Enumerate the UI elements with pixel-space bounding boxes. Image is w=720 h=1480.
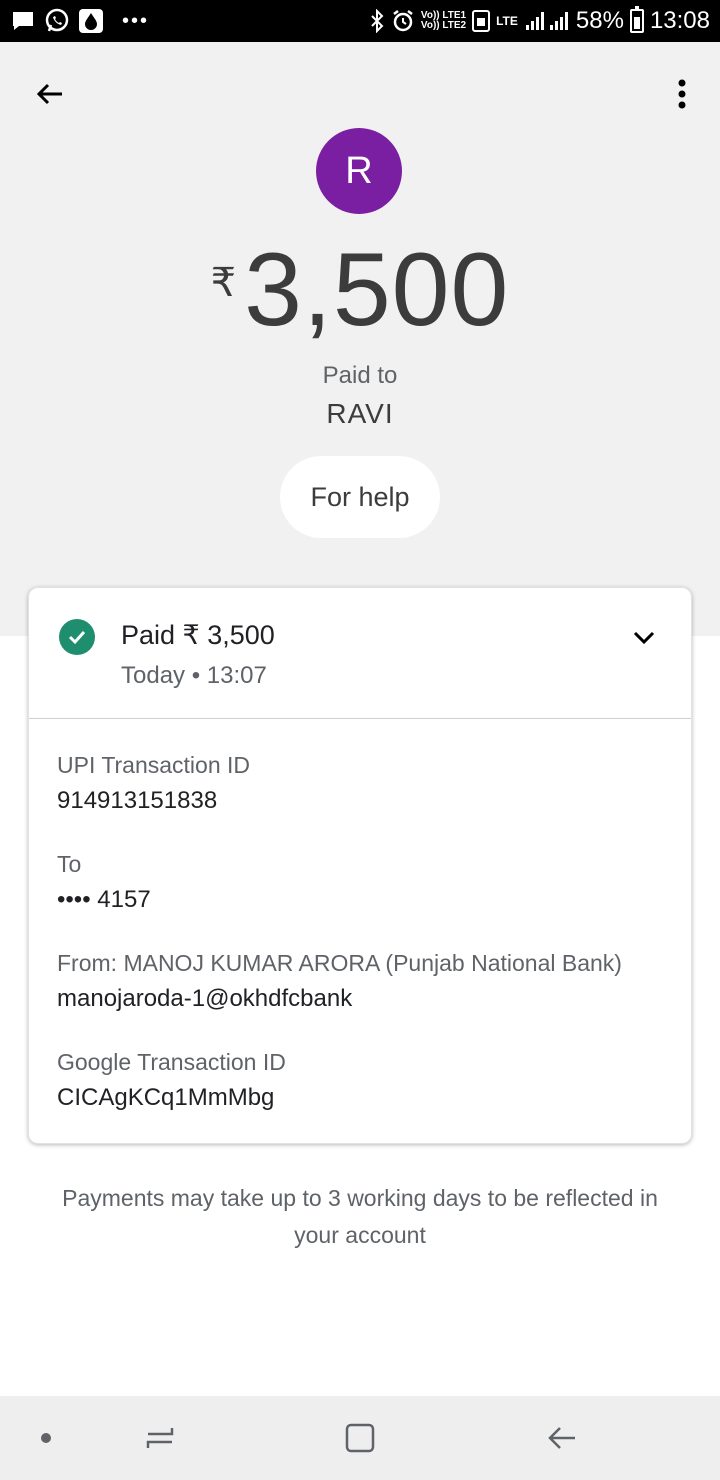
transaction-status-header[interactable]: Paid ₹ 3,500 Today • 13:07 (29, 588, 691, 719)
chevron-down-icon (633, 631, 655, 645)
processing-time-note: Payments may take up to 3 working days t… (62, 1185, 658, 1248)
detail-value: CICAgKCq1MmMbg (57, 1084, 275, 1111)
recent-apps-icon (146, 1428, 174, 1448)
system-navigation-bar (0, 1396, 720, 1480)
currency-symbol: ₹ (210, 261, 237, 305)
payee-avatar: R (316, 128, 402, 214)
transaction-datetime: Today • 13:07 (121, 662, 267, 689)
detail-label: To (57, 851, 82, 877)
detail-value: manojaroda-1@okhdfcbank (57, 985, 353, 1012)
detail-from-account: From: MANOJ KUMAR ARORA (Punjab National… (57, 950, 622, 1013)
detail-label: Google Transaction ID (57, 1049, 286, 1075)
battery-percent: 58% (575, 7, 624, 34)
sim2-label: Vo)) LTE2 (420, 20, 467, 31)
signal-strength-icon (524, 10, 570, 32)
nav-back-button[interactable] (538, 1414, 586, 1462)
status-bar: ••• Vo)) LTE1 Vo)) LTE2 LTE 58% 13:08 (0, 0, 720, 42)
amount-value: 3,500 (244, 232, 510, 348)
nav-dot-button[interactable] (22, 1414, 70, 1462)
more-vert-icon (678, 79, 686, 109)
whatsapp-icon (44, 8, 70, 34)
more-notifications-indicator: ••• (122, 10, 150, 32)
detail-value: •••• 4157 (57, 886, 151, 913)
detail-to-account: To •••• 4157 (57, 851, 151, 914)
back-button[interactable] (28, 72, 72, 116)
check-circle-icon (59, 619, 95, 655)
alarm-icon (391, 9, 415, 33)
nav-dot-icon (41, 1433, 51, 1443)
home-button[interactable] (336, 1414, 384, 1462)
payee-name: RAVI (326, 398, 394, 429)
nav-back-icon (548, 1427, 575, 1449)
bluetooth-icon (369, 9, 385, 33)
payment-summary-header: R ₹ 3,500 Paid to RAVI For help (0, 42, 720, 636)
transaction-details-card: Paid ₹ 3,500 Today • 13:07 UPI Transacti… (28, 587, 692, 1144)
expand-toggle[interactable] (627, 620, 661, 654)
app-drop-icon (78, 8, 104, 34)
amount-display: ₹ 3,500 (0, 230, 720, 350)
battery-icon (629, 6, 644, 33)
message-icon (10, 9, 36, 33)
paid-to-label: Paid to (322, 362, 398, 389)
sim-indicators: Vo)) LTE1 Vo)) LTE2 (421, 11, 466, 31)
more-options-button[interactable] (660, 72, 704, 116)
for-help-button[interactable]: For help (280, 456, 440, 538)
home-square-icon (345, 1423, 375, 1453)
notification-icons: ••• (10, 8, 149, 34)
detail-value: 914913151838 (57, 787, 218, 814)
detail-label: UPI Transaction ID (57, 752, 251, 778)
system-status: Vo)) LTE1 Vo)) LTE2 LTE 58% 13:08 (369, 6, 710, 35)
detail-label: From: MANOJ KUMAR ARORA (Punjab National… (57, 950, 622, 976)
data-saver-icon (472, 10, 491, 32)
detail-upi-transaction-id: UPI Transaction ID 914913151838 (57, 752, 250, 815)
paid-status-text: Paid ₹ 3,500 (121, 620, 275, 650)
network-type: LTE (496, 14, 518, 28)
back-arrow-icon (36, 83, 62, 105)
detail-google-transaction-id: Google Transaction ID CICAgKCq1MmMbg (57, 1049, 286, 1112)
recent-apps-button[interactable] (136, 1414, 184, 1462)
clock: 13:08 (649, 7, 710, 34)
